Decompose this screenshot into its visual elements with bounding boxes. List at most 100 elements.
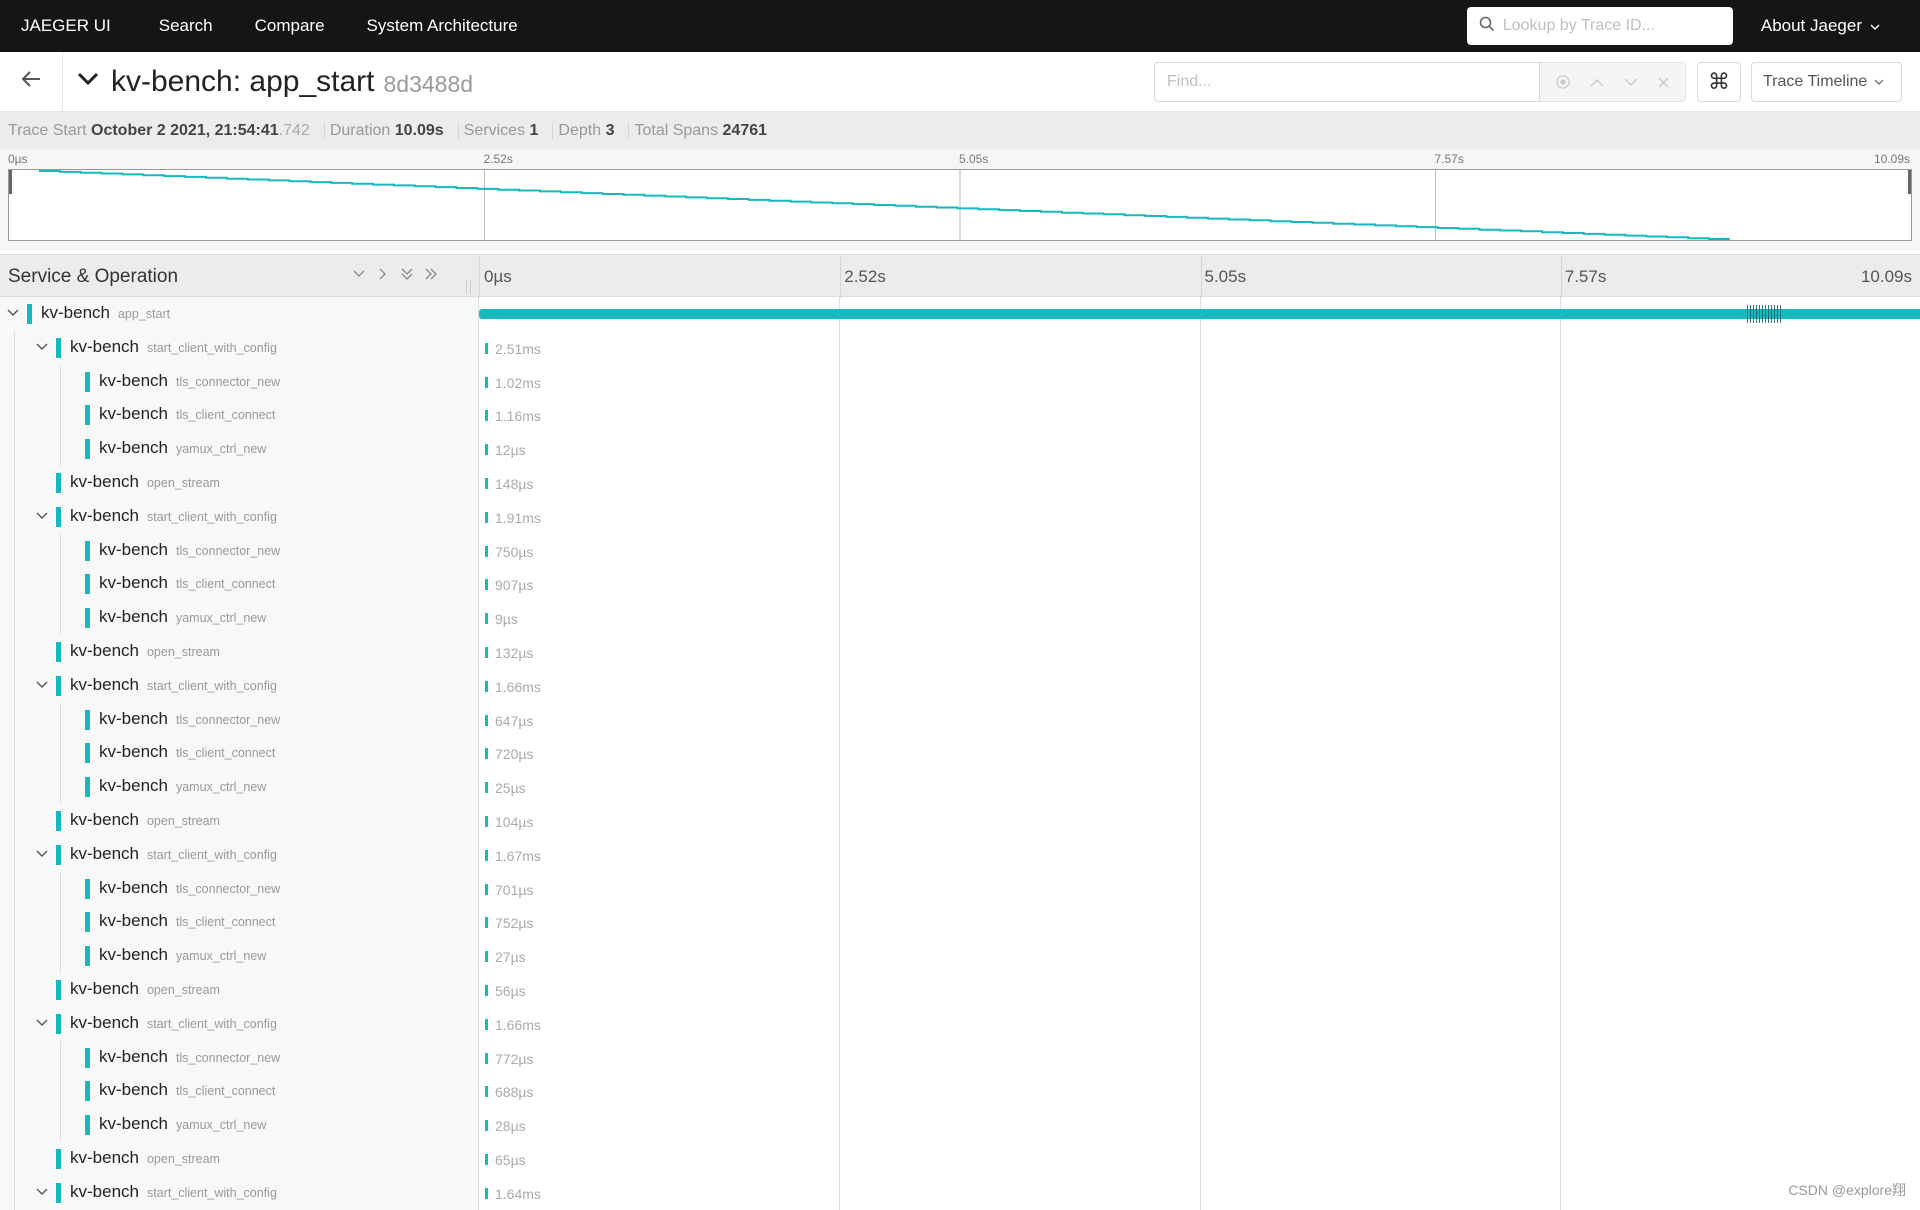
chevron-down-icon[interactable]: [6, 306, 20, 320]
span-name-cell[interactable]: kv-bench tls_client_connect: [0, 905, 479, 940]
expand-one-icon[interactable]: [376, 267, 390, 281]
span-bar[interactable]: [485, 782, 488, 794]
span-name-cell[interactable]: kv-bench open_stream: [0, 465, 479, 500]
span-name-cell[interactable]: kv-bench start_client_with_config: [0, 837, 479, 872]
span-timeline-cell[interactable]: 25µs: [479, 770, 1920, 804]
span-timeline-cell[interactable]: 647µs: [479, 703, 1920, 737]
span-timeline-cell[interactable]: 104µs: [479, 804, 1920, 838]
collapse-all-icon[interactable]: [400, 267, 414, 281]
span-bar[interactable]: [485, 477, 488, 489]
chevron-down-icon[interactable]: [35, 509, 49, 523]
span-name-cell[interactable]: kv-bench tls_client_connect: [0, 736, 479, 771]
about-jaeger-menu[interactable]: About Jaeger: [1761, 16, 1880, 36]
minimap-right-handle[interactable]: [1908, 170, 1911, 194]
trace-minimap[interactable]: 0µs 2.52s 5.05s 7.57s 10.09s: [0, 149, 1920, 250]
span-timeline-cell[interactable]: 1.67ms: [479, 838, 1920, 872]
span-name-cell[interactable]: kv-bench tls_connector_new: [0, 533, 479, 568]
prev-match-icon[interactable]: [1590, 78, 1604, 87]
span-name-cell[interactable]: kv-bench tls_connector_new: [0, 1040, 479, 1075]
span-bar[interactable]: [485, 376, 488, 388]
span-bar[interactable]: [485, 579, 488, 591]
collapse-one-icon[interactable]: [352, 267, 366, 281]
span-name-cell[interactable]: kv-bench tls_client_connect: [0, 567, 479, 602]
span-name-cell[interactable]: kv-bench open_stream: [0, 803, 479, 838]
span-timeline-cell[interactable]: [479, 297, 1920, 331]
span-name-cell[interactable]: kv-bench yamux_ctrl_new: [0, 432, 479, 466]
view-mode-select[interactable]: Trace Timeline: [1751, 62, 1902, 102]
span-bar[interactable]: [485, 511, 488, 523]
trace-id-lookup-input[interactable]: [1502, 17, 1713, 35]
span-timeline-cell[interactable]: 65µs: [479, 1142, 1920, 1176]
span-timeline-cell[interactable]: 1.02ms: [479, 365, 1920, 399]
span-timeline-cell[interactable]: 148µs: [479, 466, 1920, 500]
span-timeline-cell[interactable]: 907µs: [479, 567, 1920, 601]
nav-search[interactable]: Search: [138, 0, 234, 52]
chevron-down-icon[interactable]: [35, 340, 49, 354]
span-timeline-cell[interactable]: 132µs: [479, 635, 1920, 669]
span-bar[interactable]: [485, 1086, 488, 1098]
span-timeline-cell[interactable]: 1.66ms: [479, 1007, 1920, 1041]
find-input[interactable]: [1154, 62, 1540, 102]
nav-compare[interactable]: Compare: [234, 0, 346, 52]
span-timeline-cell[interactable]: 27µs: [479, 939, 1920, 973]
span-bar[interactable]: [485, 917, 488, 929]
span-bar[interactable]: [485, 1018, 488, 1030]
span-bar[interactable]: [485, 1120, 488, 1132]
span-name-cell[interactable]: kv-bench start_client_with_config: [0, 1175, 479, 1210]
expand-all-icon[interactable]: [424, 267, 438, 281]
span-timeline-cell[interactable]: 1.64ms: [479, 1176, 1920, 1210]
span-name-cell[interactable]: kv-bench tls_client_connect: [0, 398, 479, 433]
chevron-down-icon[interactable]: [35, 678, 49, 692]
span-timeline-cell[interactable]: 750µs: [479, 534, 1920, 568]
brand-link[interactable]: JAEGER UI: [0, 0, 138, 52]
span-name-cell[interactable]: kv-bench tls_connector_new: [0, 364, 479, 399]
chevron-down-icon[interactable]: [35, 1016, 49, 1030]
locate-icon[interactable]: [1556, 75, 1570, 89]
trace-detail-toggle[interactable]: kv-bench: app_start 8d3488d: [77, 65, 473, 99]
span-bar[interactable]: [485, 680, 488, 692]
span-bar[interactable]: [485, 444, 488, 456]
span-timeline-cell[interactable]: 701µs: [479, 872, 1920, 906]
next-match-icon[interactable]: [1624, 78, 1638, 87]
span-timeline-cell[interactable]: 752µs: [479, 905, 1920, 939]
span-bar[interactable]: [485, 815, 488, 827]
span-timeline-cell[interactable]: 772µs: [479, 1041, 1920, 1075]
minimap-left-handle[interactable]: [9, 170, 12, 194]
span-name-cell[interactable]: kv-bench yamux_ctrl_new: [0, 939, 479, 973]
span-name-cell[interactable]: kv-bench app_start: [0, 297, 479, 331]
span-timeline-cell[interactable]: 1.91ms: [479, 500, 1920, 534]
span-bar[interactable]: [485, 883, 488, 895]
span-bar[interactable]: [485, 613, 488, 625]
span-log-markers[interactable]: [1747, 305, 1783, 323]
back-button[interactable]: [0, 51, 63, 112]
span-bar[interactable]: [485, 342, 488, 354]
span-timeline-cell[interactable]: 9µs: [479, 601, 1920, 635]
span-bar[interactable]: [485, 984, 488, 996]
span-name-cell[interactable]: kv-bench yamux_ctrl_new: [0, 1108, 479, 1142]
chevron-down-icon[interactable]: [35, 1185, 49, 1199]
span-bar[interactable]: [485, 1052, 488, 1064]
span-bar[interactable]: [485, 410, 488, 422]
span-timeline-cell[interactable]: 688µs: [479, 1074, 1920, 1108]
span-name-cell[interactable]: kv-bench open_stream: [0, 972, 479, 1007]
span-name-cell[interactable]: kv-bench yamux_ctrl_new: [0, 601, 479, 635]
span-timeline-cell[interactable]: 28µs: [479, 1108, 1920, 1142]
span-bar[interactable]: [485, 748, 488, 760]
span-bar[interactable]: [485, 849, 488, 861]
span-bar[interactable]: [485, 646, 488, 658]
span-timeline-cell[interactable]: 1.16ms: [479, 398, 1920, 432]
span-name-cell[interactable]: kv-bench yamux_ctrl_new: [0, 770, 479, 804]
column-resizer[interactable]: [466, 280, 471, 294]
span-timeline-cell[interactable]: 12µs: [479, 432, 1920, 466]
clear-icon[interactable]: [1658, 77, 1669, 88]
span-name-cell[interactable]: kv-bench start_client_with_config: [0, 668, 479, 703]
span-name-cell[interactable]: kv-bench tls_connector_new: [0, 702, 479, 737]
span-bar[interactable]: [485, 1187, 488, 1199]
nav-system-architecture[interactable]: System Architecture: [346, 0, 539, 52]
span-name-cell[interactable]: kv-bench tls_connector_new: [0, 871, 479, 906]
span-timeline-cell[interactable]: 56µs: [479, 973, 1920, 1007]
span-bar[interactable]: [485, 1153, 488, 1165]
span-name-cell[interactable]: kv-bench start_client_with_config: [0, 499, 479, 534]
span-bar[interactable]: [485, 714, 488, 726]
span-timeline-cell[interactable]: 1.66ms: [479, 669, 1920, 703]
